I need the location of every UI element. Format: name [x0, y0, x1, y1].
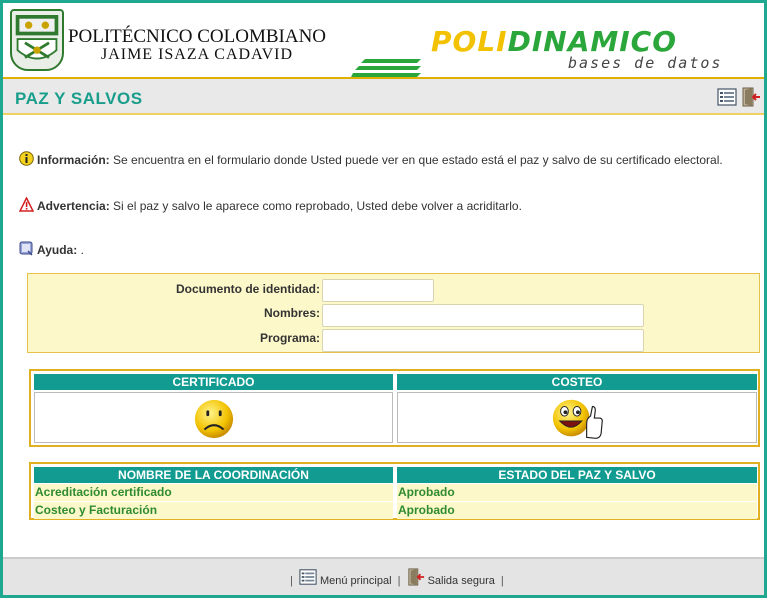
secure-exit-label: Salida segura — [427, 575, 495, 587]
crest-icon — [15, 15, 59, 60]
institution-subtitle: JAIME ISAZA CADAVID — [100, 46, 294, 63]
table-row-status: Aprobado — [397, 502, 757, 519]
doc-field[interactable] — [322, 279, 434, 302]
help-text: . — [77, 243, 84, 257]
institution-name: POLITÉCNICO COLOMBIANO — [67, 26, 327, 47]
info-text: Se encuentra en el formulario donde Uste… — [109, 153, 723, 167]
coordination-name-header: NOMBRE DE LA COORDINACIÓN — [34, 467, 393, 483]
footer-separator: | — [397, 575, 401, 587]
info-icon — [19, 151, 34, 166]
identity-form: Documento de identidad: Nombres: Program… — [27, 273, 760, 353]
table-row-status: Aprobado — [397, 484, 757, 501]
warning-text: Si el paz y salvo le aparece como reprob… — [109, 199, 522, 213]
menu-list-icon — [299, 569, 317, 585]
main-content: Información: Se encuentra en el formular… — [3, 117, 764, 557]
program-row: Programa: — [28, 329, 759, 352]
page-title: PAZ Y SALVOS — [15, 89, 143, 108]
costeo-header: COSTEO — [397, 374, 757, 390]
program-field[interactable] — [322, 329, 644, 352]
names-field[interactable] — [322, 304, 644, 327]
page-frame: POLITÉCNICO COLOMBIANO JAIME ISAZA CADAV… — [0, 0, 767, 598]
table-row-name: Acreditación certificado — [34, 484, 393, 501]
program-label: Programa: — [259, 331, 320, 345]
names-row: Nombres: — [28, 304, 759, 327]
footer-links: | Menú principal | Salida segura | — [287, 568, 507, 587]
coordination-status-header: ESTADO DEL PAZ Y SALVO — [397, 467, 757, 483]
sad-face-icon — [194, 399, 234, 439]
help-icon — [19, 241, 33, 256]
main-menu-link[interactable]: Menú principal — [299, 569, 395, 587]
info-message: Información: Se encuentra en el formular… — [19, 151, 723, 167]
header: POLITÉCNICO COLOMBIANO JAIME ISAZA CADAV… — [3, 3, 764, 79]
status-table: CERTIFICADO COSTEO — [29, 369, 760, 447]
certificado-header: CERTIFICADO — [34, 374, 393, 390]
title-bar: PAZ Y SALVOS — [3, 79, 764, 115]
brand-subtitle: bases de datos — [568, 54, 723, 72]
footer-separator: | — [290, 575, 293, 587]
warning-label: Advertencia: — [37, 199, 110, 213]
names-label: Nombres: — [263, 306, 320, 320]
warning-icon — [19, 197, 34, 212]
warning-message: Advertencia: Si el paz y salvo le aparec… — [19, 197, 522, 213]
info-label: Información: — [37, 153, 110, 167]
costeo-cell — [397, 392, 757, 443]
brand-logo: POLIDINAMICO — [431, 27, 761, 57]
help-message: Ayuda: . — [19, 241, 84, 257]
secure-exit-link[interactable]: Salida segura — [407, 568, 498, 587]
exit-door-icon — [407, 568, 424, 586]
thumbs-up-face-icon — [552, 399, 603, 439]
table-row-name: Costeo y Facturación — [34, 502, 393, 519]
doc-row: Documento de identidad: — [28, 279, 759, 302]
footer-separator: | — [500, 575, 504, 587]
coordination-table: NOMBRE DE LA COORDINACIÓN ESTADO DEL PAZ… — [29, 462, 760, 520]
doc-label: Documento de identidad: — [176, 282, 320, 296]
crest-logo — [10, 9, 64, 71]
main-menu-label: Menú principal — [319, 575, 392, 587]
help-label: Ayuda: — [37, 243, 78, 257]
brand-part1: POLI — [431, 25, 508, 58]
menu-list-icon[interactable] — [717, 87, 737, 107]
brand-stripes-icon — [351, 59, 421, 77]
footer: | Menú principal | Salida segura | — [3, 557, 764, 595]
exit-door-icon[interactable] — [741, 87, 761, 107]
certificado-cell — [34, 392, 393, 443]
